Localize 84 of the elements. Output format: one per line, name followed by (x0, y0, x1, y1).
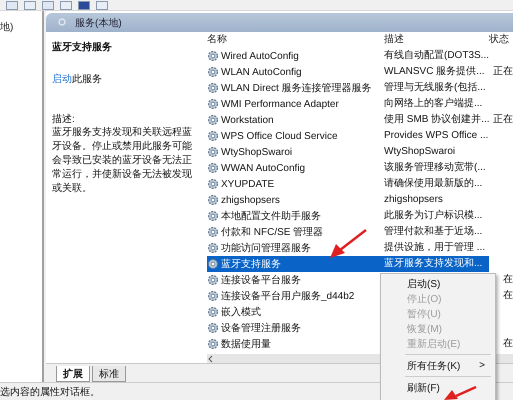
service-description: 此服务为订户标识模... (384, 208, 484, 223)
toolbar-icon[interactable] (96, 1, 108, 10)
service-name[interactable]: WLAN Direct 服务连接管理器服务 (207, 80, 384, 96)
gear-icon (207, 242, 219, 254)
toolbar-icon[interactable] (42, 1, 54, 10)
action-text: 此服务 (72, 74, 102, 85)
service-description: WLANSVC 服务提供... (384, 65, 486, 79)
service-name[interactable]: WWAN AutoConfig (207, 160, 384, 176)
service-name[interactable]: 设备管理注册服务 (207, 320, 384, 336)
gear-icon (207, 258, 219, 270)
service-name[interactable]: XYUPDATE (207, 176, 384, 192)
service-status: 在 (502, 273, 513, 287)
gear-icon (207, 66, 219, 78)
service-name[interactable]: 数据使用量 (207, 336, 384, 352)
service-name[interactable]: 连接设备平台服务 (207, 272, 384, 288)
status-text: 选内容的属性对话框。 (0, 386, 100, 399)
gear-icon (207, 130, 219, 142)
service-description: 管理付款和基于近场... (384, 224, 484, 239)
gear-icon (207, 274, 219, 286)
service-name[interactable]: WLAN AutoConfig (207, 64, 384, 80)
gear-icon (207, 306, 219, 318)
gear-icon (207, 162, 219, 174)
service-name[interactable]: 蓝牙支持服务 (207, 256, 384, 272)
arrow-annotation (330, 229, 367, 258)
service-name[interactable]: WMI Performance Adapter (207, 96, 384, 112)
service-status: 在 (502, 289, 513, 303)
gear-icon (207, 338, 219, 350)
gear-icon (207, 226, 219, 238)
submenu-arrow: > (479, 360, 485, 371)
service-description: zhigshopsers (384, 193, 444, 207)
menu-label: 所有任务(K) (407, 360, 460, 372)
toolbar-icon[interactable] (24, 1, 36, 10)
service-description: Provides WPS Office ... (384, 129, 489, 143)
view-tab[interactable]: 标准 (92, 366, 126, 382)
gear-icon (207, 290, 219, 302)
view-tab[interactable]: 扩展 (56, 366, 90, 382)
service-name[interactable]: WPS Office Cloud Service (207, 128, 384, 144)
gear-icon (207, 146, 219, 158)
service-name[interactable]: 功能访问管理器服务 (207, 240, 384, 256)
menu-item[interactable]: 启动(S) (381, 276, 495, 291)
service-name[interactable]: 嵌入模式 (207, 304, 384, 320)
service-name[interactable]: Wired AutoConfig (207, 48, 384, 64)
service-description: 有线自动配置(DOT3S... (384, 48, 489, 63)
start-link[interactable]: 启动 (52, 74, 72, 85)
service-name[interactable]: WtyShopSwaroi (207, 144, 384, 160)
gear-icon (207, 50, 219, 62)
menu-item[interactable]: 刷新(F) (381, 380, 495, 395)
panel-title: 服务(本地) (75, 16, 122, 30)
service-description: 向网络上的客户端提... (384, 96, 484, 111)
service-description: 蓝牙服务支持发现和... (384, 256, 489, 272)
gear-icon (207, 194, 219, 206)
service-description: 提供设施，用于管理 ... (384, 240, 486, 255)
service-title: 蓝牙支持服务 (52, 40, 113, 54)
menu-item[interactable]: 所有任务(K) > (381, 358, 495, 373)
service-description: 该服务管理移动宽带(... (384, 160, 487, 175)
description-label: 描述: (52, 112, 76, 126)
scroll-left-icon[interactable] (207, 354, 215, 362)
arrow-annotation (444, 386, 477, 400)
service-status: 在 (502, 337, 513, 351)
service-name[interactable]: Workstation (207, 112, 384, 128)
service-name[interactable]: 付款和 NFC/SE 管理器 (207, 224, 384, 240)
toolbar-icon[interactable] (60, 1, 72, 10)
service-description: 管理与无线服务(包括... (384, 80, 487, 95)
gear-icon (207, 82, 219, 94)
toolbar-icon[interactable] (6, 1, 18, 10)
gear-icon (207, 178, 219, 190)
service-name[interactable]: zhigshopsers (207, 192, 384, 208)
service-name[interactable]: 连接设备平台用户服务_d44b2 (207, 288, 384, 304)
tree-item[interactable]: 地) (0, 22, 14, 33)
service-description: WtyShopSwaroi (384, 145, 456, 159)
column-header[interactable]: 名称 (207, 32, 384, 48)
service-status: 正在 (492, 65, 513, 79)
toolbar-icon[interactable] (78, 1, 90, 10)
service-name[interactable]: 本地配置文件助手服务 (207, 208, 384, 224)
service-description: 使用 SMB 协议创建并... (384, 112, 489, 127)
service-status: 正在 (492, 113, 513, 127)
gear-icon (207, 98, 219, 110)
description-text: 蓝牙服务支持发现和关联远程蓝牙设备。停止或禁用此服务可能会导致已安装的蓝牙设备无法正常运行，并使新设备无法被发现或关联。 (52, 126, 193, 196)
gear-icon (207, 210, 219, 222)
column-header[interactable]: 状态 (489, 32, 513, 48)
service-description: 请确保使用最新版的... (384, 176, 484, 191)
gear-icon (207, 322, 219, 334)
column-header[interactable]: 描述 (384, 32, 489, 48)
gear-icon (207, 114, 219, 126)
